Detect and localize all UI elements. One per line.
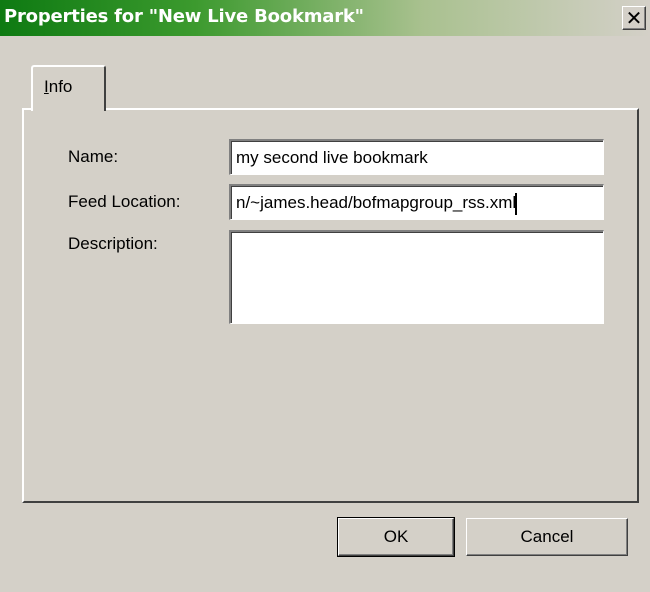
feed-location-field[interactable]: n/~james.head/bofmapgroup_rss.xml xyxy=(229,184,604,220)
description-field[interactable] xyxy=(229,230,604,324)
close-button[interactable]: ✕ xyxy=(622,6,646,30)
feed-location-label: Feed Location: xyxy=(68,192,181,211)
text-caret xyxy=(515,192,518,215)
name-label: Name: xyxy=(68,147,119,166)
window-title: Properties for "New Live Bookmark" xyxy=(4,6,364,27)
tab-info[interactable]: Info xyxy=(31,65,106,111)
cancel-button[interactable]: Cancel xyxy=(466,518,628,556)
ok-button[interactable]: OK xyxy=(337,517,455,557)
name-field[interactable]: my second live bookmark xyxy=(229,139,604,175)
tab-info-label: Info xyxy=(44,77,73,96)
title-bar[interactable]: Properties for "New Live Bookmark" ✕ xyxy=(0,0,650,36)
description-label: Description: xyxy=(68,234,158,253)
close-icon: ✕ xyxy=(625,6,643,30)
properties-dialog: Properties for "New Live Bookmark" ✕ Inf… xyxy=(0,0,650,592)
